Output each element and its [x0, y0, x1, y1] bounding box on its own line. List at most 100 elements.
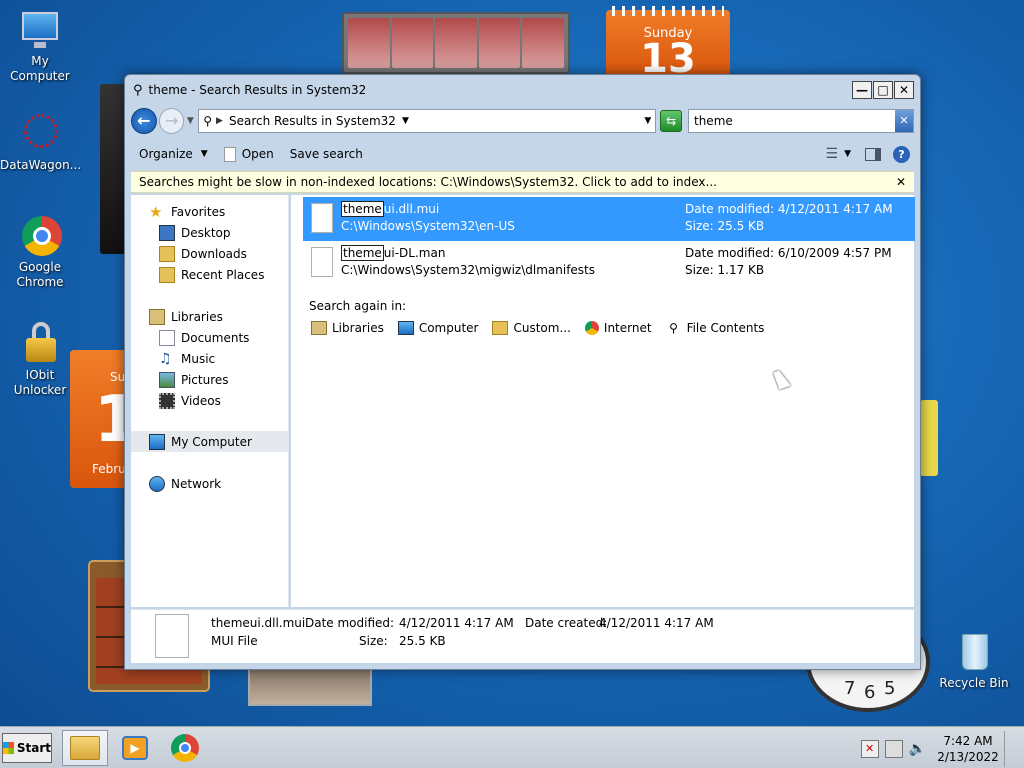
command-bar: Organize ▼ Open Save search ☰ ▼ ? [131, 141, 914, 167]
result-filename: theme ui-DL.man [341, 245, 681, 262]
taskbar-explorer[interactable] [62, 730, 108, 766]
computer-icon [18, 8, 62, 52]
nav-pictures[interactable]: Pictures [159, 369, 229, 390]
details-date-created-label: Date created: [525, 616, 608, 630]
address-history-dropdown[interactable]: ▼ [644, 116, 651, 126]
windows-logo-icon [3, 742, 14, 754]
action-center-icon[interactable]: ✕ [860, 740, 879, 758]
search-again-options: Libraries Computer Custom... Internet ⚲ … [311, 321, 764, 335]
minimize-button[interactable]: — [852, 81, 872, 99]
organize-button[interactable]: Organize ▼ [131, 142, 216, 166]
result-path: C:\Windows\System32\en-US [341, 219, 515, 233]
start-button[interactable]: Start [2, 733, 52, 763]
chevron-down-icon[interactable]: ▼ [402, 116, 409, 126]
help-icon[interactable]: ? [893, 145, 910, 163]
computer-icon [149, 433, 165, 450]
search-again-file-contents[interactable]: ⚲ File Contents [666, 321, 764, 335]
nav-videos[interactable]: Videos [159, 390, 221, 411]
index-info-bar[interactable]: Searches might be slow in non-indexed lo… [131, 171, 914, 193]
computer-icon [397, 321, 414, 335]
calendar-date: 13 [640, 36, 696, 82]
organize-label: Organize [139, 147, 193, 161]
nav-label: Pictures [181, 372, 229, 387]
preview-pane-icon[interactable] [865, 147, 881, 161]
taskbar-chrome[interactable] [162, 730, 208, 766]
refresh-button[interactable]: ⇆ [660, 110, 682, 132]
nav-favorites[interactable]: ★ Favorites [149, 201, 225, 222]
document-icon [223, 146, 236, 162]
nav-desktop[interactable]: Desktop [159, 222, 231, 243]
search-input[interactable]: theme ✕ [688, 109, 914, 133]
nav-libraries[interactable]: Libraries [149, 306, 223, 327]
volume-icon[interactable]: 🔈 [909, 741, 926, 757]
document-icon [311, 247, 333, 277]
desktop-icon-recycle-bin[interactable]: Recycle Bin [934, 630, 1014, 691]
search-again-label-item: Internet [603, 321, 652, 335]
nav-network[interactable]: Network [149, 473, 221, 494]
clock-date: 2/13/2022 [937, 750, 999, 764]
view-options-icon[interactable]: ☰ [826, 146, 839, 162]
desktop-icon-iobit-unlocker[interactable]: IObit Unlocker [0, 322, 80, 398]
search-again-label-item: Computer [418, 321, 479, 335]
clock[interactable]: 7:42 AM 2/13/2022 [932, 733, 1004, 765]
address-bar[interactable]: ⚲ ▶ Search Results in System32 ▼ ▼ [198, 109, 657, 133]
desktop-icon-my-computer[interactable]: My Computer [0, 8, 80, 84]
desktop-icon-label: Recycle Bin [939, 676, 1009, 690]
details-filename: themeui.dll.mui [211, 616, 306, 630]
search-again-computer[interactable]: Computer [397, 321, 479, 335]
navigation-pane: ★ Favorites Desktop Downloads Recent Pla… [131, 195, 289, 607]
search-icon: ⚲ [203, 114, 213, 128]
libraries-icon [149, 308, 165, 325]
forward-button[interactable]: → [158, 108, 185, 134]
downloads-icon [159, 245, 175, 262]
result-size: Size: 25.5 KB [685, 219, 765, 233]
desktop-icon-datawagon[interactable]: DataWagon... [0, 112, 81, 173]
taskbar-media-player[interactable]: ▶ [112, 730, 158, 766]
search-again-libraries[interactable]: Libraries [311, 321, 384, 335]
nav-my-computer[interactable]: My Computer [131, 431, 288, 452]
result-row[interactable]: theme ui.dll.mui C:\Windows\System32\en-U… [303, 197, 915, 241]
gadget-calendar-top[interactable]: Sunday 13 [606, 6, 730, 82]
recent-pages-dropdown[interactable]: ▼ [184, 116, 196, 126]
chrome-icon [584, 321, 599, 335]
back-button[interactable]: ← [131, 108, 157, 134]
chrome-icon [171, 734, 199, 762]
open-button[interactable]: Open [216, 142, 282, 166]
explorer-window[interactable]: ⚲ theme - Search Results in System32 — □… [124, 74, 921, 670]
filename-rest: ui-DL.man [383, 246, 446, 260]
network-icon[interactable] [884, 740, 903, 758]
nav-label: Favorites [171, 204, 226, 219]
gadget-calendar-left[interactable]: Su 1 Febru [70, 350, 132, 488]
result-row[interactable]: theme ui-DL.man C:\Windows\System32\migwi… [303, 241, 915, 285]
search-icon: ⚲ [133, 82, 143, 98]
search-match: theme [341, 201, 384, 217]
nav-music[interactable]: ♫ Music [159, 348, 215, 369]
search-again-internet[interactable]: Internet [584, 321, 652, 335]
nav-documents[interactable]: Documents [159, 327, 249, 348]
close-button[interactable]: ✕ [894, 81, 914, 99]
chevron-right-icon[interactable]: ▶ [216, 116, 223, 126]
calendar-month: Febru [92, 462, 126, 476]
documents-icon [159, 329, 175, 346]
address-row: ← → ▼ ⚲ ▶ Search Results in System32 ▼ ▼… [131, 106, 914, 136]
chevron-down-icon[interactable]: ▼ [844, 149, 851, 159]
results-pane: theme ui.dll.mui C:\Windows\System32\en-U… [291, 195, 915, 607]
info-bar-text: Searches might be slow in non-indexed lo… [139, 175, 717, 189]
recent-places-icon [159, 266, 175, 283]
save-search-button[interactable]: Save search [282, 142, 371, 166]
title-bar[interactable]: ⚲ theme - Search Results in System32 — □… [125, 75, 920, 105]
folder-icon [492, 321, 509, 335]
nav-recent-places[interactable]: Recent Places [159, 264, 264, 285]
maximize-button[interactable]: □ [873, 81, 893, 99]
nav-label: Videos [181, 393, 221, 408]
nav-downloads[interactable]: Downloads [159, 243, 247, 264]
gadget-photo-strip[interactable] [342, 12, 570, 74]
clear-search-button[interactable]: ✕ [895, 110, 913, 132]
clock-number: 6 [864, 682, 876, 703]
system-tray: ✕ 🔈 7:42 AM 2/13/2022 [860, 731, 1016, 767]
close-icon[interactable]: ✕ [896, 175, 906, 189]
show-desktop-button[interactable] [1004, 731, 1016, 767]
nav-label: My Computer [171, 434, 252, 449]
desktop-icon-google-chrome[interactable]: Google Chrome [0, 214, 80, 290]
search-again-custom[interactable]: Custom... [492, 321, 571, 335]
